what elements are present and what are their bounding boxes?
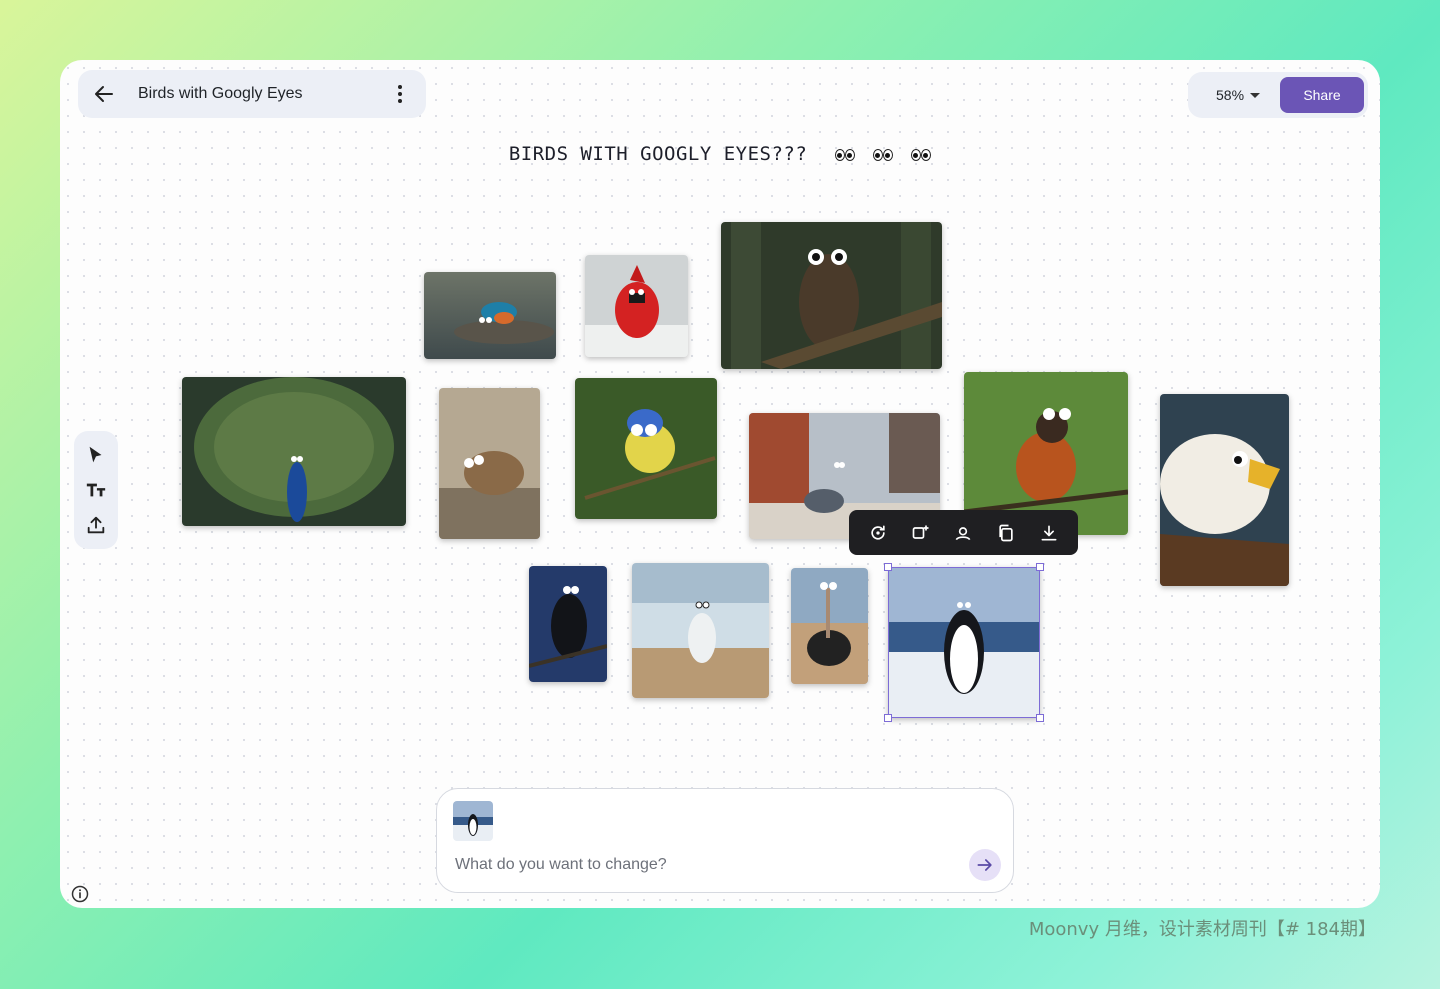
header-actions: 58% Share — [1188, 72, 1368, 118]
photo-peacock[interactable] — [182, 377, 406, 526]
duplicate-icon[interactable] — [994, 521, 1018, 545]
share-button[interactable]: Share — [1280, 77, 1364, 113]
photo-sparrow[interactable] — [439, 388, 540, 539]
send-arrow-icon[interactable] — [969, 849, 1001, 881]
edit-subject-icon[interactable] — [951, 521, 975, 545]
photo-seagull[interactable] — [632, 563, 769, 698]
prompt-image-thumbnail[interactable] — [453, 801, 493, 841]
photo-crow[interactable] — [529, 566, 607, 682]
upload-icon[interactable] — [84, 513, 108, 537]
watermark-text: Moonvy 月维，设计素材周刊【# 184期】 — [1028, 919, 1376, 940]
tool-rail — [74, 431, 118, 549]
prompt-composer — [436, 788, 1014, 893]
info-icon[interactable] — [70, 884, 90, 904]
photo-ostrich[interactable] — [791, 568, 868, 684]
regenerate-icon[interactable] — [866, 521, 890, 545]
prompt-input[interactable] — [455, 851, 935, 879]
back-arrow-icon[interactable] — [92, 82, 116, 106]
select-cursor-icon[interactable] — [84, 443, 108, 467]
whiteboard-canvas[interactable]: Birds with Googly Eyes 58% Share BIRDS W… — [60, 60, 1380, 908]
photo-eagle[interactable] — [1160, 394, 1289, 586]
board-title-text[interactable]: BIRDS WITH GOOGLY EYES??? — [60, 143, 1380, 165]
text-tool-icon[interactable] — [84, 478, 108, 502]
board-name[interactable]: Birds with Googly Eyes — [138, 85, 388, 103]
download-icon[interactable] — [1037, 521, 1061, 545]
zoom-dropdown[interactable]: 58% — [1216, 87, 1261, 103]
photo-penguin[interactable] — [888, 567, 1040, 718]
board-title-label: BIRDS WITH GOOGLY EYES??? — [508, 143, 808, 165]
app-background: Birds with Googly Eyes 58% Share BIRDS W… — [0, 0, 1440, 989]
zoom-value: 58% — [1216, 87, 1245, 103]
more-vert-icon[interactable] — [388, 82, 412, 106]
chevron-down-icon — [1250, 92, 1261, 98]
photo-cardinal[interactable] — [585, 255, 688, 357]
photo-kingfisher[interactable] — [424, 272, 556, 359]
photo-owl[interactable] — [721, 222, 942, 369]
remix-icon[interactable] — [909, 521, 933, 545]
photo-blue-tit[interactable] — [575, 378, 717, 519]
googly-eyes-emoji-icon — [829, 143, 932, 165]
image-context-toolbar — [849, 510, 1078, 555]
board-header: Birds with Googly Eyes — [78, 70, 426, 118]
